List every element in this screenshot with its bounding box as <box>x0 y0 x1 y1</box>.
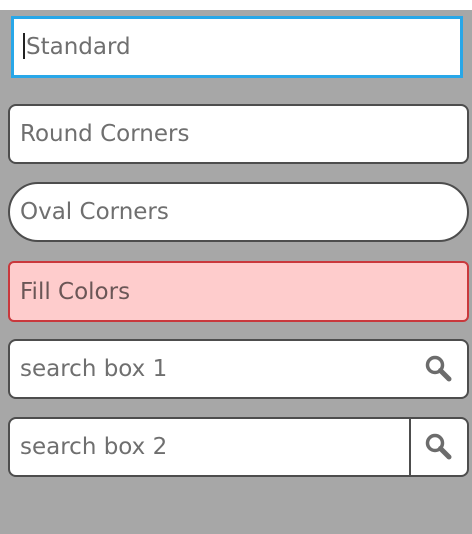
round-corners-text-field[interactable]: Round Corners <box>8 104 469 164</box>
standard-text-field-value: Standard <box>26 33 131 60</box>
round-corners-text-field-value: Round Corners <box>20 121 190 147</box>
search-icon <box>425 433 452 460</box>
search-icon[interactable] <box>411 341 467 397</box>
search-box-1-value: search box 1 <box>20 356 168 382</box>
fill-colors-text-field[interactable]: Fill Colors <box>8 261 469 322</box>
search-box-2[interactable]: search box 2 <box>8 417 469 477</box>
search-button[interactable] <box>409 419 467 475</box>
text-caret <box>23 33 25 60</box>
oval-corners-text-field-value: Oval Corners <box>20 199 169 225</box>
fill-colors-text-field-value: Fill Colors <box>20 278 131 305</box>
standard-text-field[interactable]: Standard <box>11 16 463 78</box>
search-box-1[interactable]: search box 1 <box>8 339 469 399</box>
top-strip <box>0 0 472 10</box>
oval-corners-text-field[interactable]: Oval Corners <box>8 182 469 242</box>
standard-text-field-content: Standard <box>14 33 460 61</box>
search-box-2-value: search box 2 <box>20 434 168 460</box>
